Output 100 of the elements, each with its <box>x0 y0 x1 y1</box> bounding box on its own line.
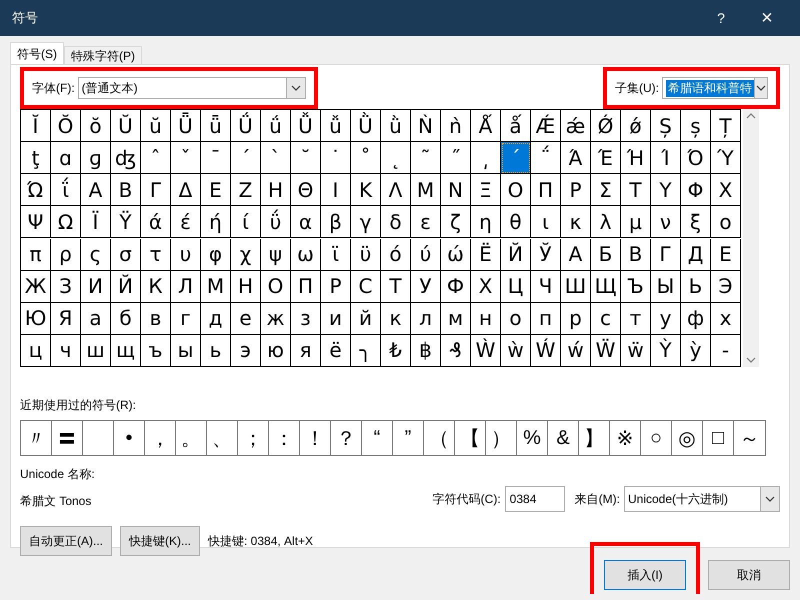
symbol-cell[interactable]: З <box>51 270 81 303</box>
symbol-cell[interactable]: Μ <box>411 174 441 206</box>
symbol-cell[interactable]: χ <box>231 238 261 270</box>
symbol-cell[interactable]: ‐ <box>711 334 741 367</box>
symbol-cell[interactable]: г <box>171 302 201 335</box>
symbol-cell[interactable]: ŏ <box>81 110 111 142</box>
symbol-cell[interactable]: ο <box>711 206 741 238</box>
symbol-cell[interactable]: Ǹ <box>411 110 441 142</box>
symbol-cell[interactable]: ц <box>21 334 51 367</box>
symbol-cell[interactable]: В <box>621 238 651 270</box>
symbol-cell[interactable]: Ю <box>21 302 51 335</box>
symbol-cell[interactable]: α <box>291 206 321 238</box>
symbol-cell[interactable]: Б <box>591 238 621 270</box>
symbol-cell[interactable]: Δ <box>171 174 201 206</box>
symbol-cell[interactable]: о <box>501 302 531 335</box>
symbol-cell[interactable]: Β <box>111 174 141 206</box>
symbol-cell[interactable]: ή <box>201 206 231 238</box>
symbol-cell[interactable]: έ <box>171 206 201 238</box>
symbol-cell[interactable]: у <box>651 302 681 335</box>
symbol-cell[interactable]: Т <box>381 270 411 303</box>
symbol-cell[interactable]: Ǘ <box>231 110 261 142</box>
scrollbar[interactable] <box>743 109 759 367</box>
symbol-cell[interactable]: ǜ <box>381 110 411 142</box>
symbol-cell[interactable]: ɡ <box>81 142 111 174</box>
symbol-cell[interactable]: ǽ <box>561 110 591 142</box>
symbol-cell[interactable]: ό <box>381 238 411 270</box>
symbol-cell[interactable]: φ <box>201 238 231 270</box>
symbol-cell[interactable]: ю <box>261 334 291 367</box>
symbol-cell[interactable]: А <box>561 238 591 270</box>
symbol-cell[interactable]: Γ <box>141 174 171 206</box>
symbol-cell[interactable]: У <box>411 270 441 303</box>
symbol-cell[interactable]: б <box>111 302 141 335</box>
symbol-cell[interactable]: Д <box>681 238 711 270</box>
symbol-cell[interactable]: я <box>291 334 321 367</box>
symbol-cell[interactable]: ф <box>681 302 711 335</box>
symbol-cell[interactable]: Ш <box>561 270 591 303</box>
symbol-cell[interactable]: ΄ <box>501 142 531 174</box>
symbol-cell[interactable]: ǘ <box>261 110 291 142</box>
symbol-cell[interactable]: ˊ <box>231 142 261 174</box>
symbol-cell[interactable]: О <box>261 270 291 303</box>
symbol-cell[interactable]: в <box>141 302 171 335</box>
symbol-cell[interactable]: е <box>231 302 261 335</box>
symbol-cell[interactable]: η <box>471 206 501 238</box>
symbol-cell[interactable]: Τ <box>621 174 651 206</box>
subset-dropdown[interactable]: 希腊语和科普特 <box>662 77 768 99</box>
symbol-cell[interactable]: γ <box>351 206 381 238</box>
shortcut-key-button[interactable]: 快捷键(K)... <box>120 526 200 556</box>
symbol-cell[interactable]: ё <box>321 334 351 367</box>
symbol-cell[interactable]: ˙ <box>321 142 351 174</box>
symbol-cell[interactable]: ʤ <box>111 142 141 174</box>
symbol-cell[interactable]: ŭ <box>141 110 171 142</box>
symbol-cell[interactable]: Г <box>651 238 681 270</box>
symbol-cell[interactable]: τ <box>141 238 171 270</box>
from-dropdown[interactable]: Unicode(十六进制) <box>624 486 780 512</box>
symbol-cell[interactable]: Щ <box>591 270 621 303</box>
symbol-cell[interactable]: ǹ <box>441 110 471 142</box>
symbol-cell[interactable]: ξ <box>681 206 711 238</box>
symbol-cell[interactable]: ˆ <box>141 142 171 174</box>
char-code-field[interactable]: 0384 <box>504 486 565 512</box>
symbol-cell[interactable]: Ж <box>21 270 51 303</box>
symbol-cell[interactable]: ˉ <box>201 142 231 174</box>
dialog-button[interactable]: 取消 <box>708 560 790 590</box>
symbol-cell[interactable]: ς <box>81 238 111 270</box>
symbol-cell[interactable]: ε <box>411 206 441 238</box>
symbol-cell[interactable]: Ό <box>681 142 711 174</box>
symbol-cell[interactable]: ẁ <box>501 334 531 367</box>
symbol-cell[interactable]: ι <box>531 206 561 238</box>
symbol-cell[interactable]: Ŏ <box>51 110 81 142</box>
symbol-cell[interactable]: к <box>381 302 411 335</box>
symbol-cell[interactable]: ₺ <box>381 334 411 367</box>
symbol-cell[interactable]: ˇ <box>171 142 201 174</box>
symbol-cell[interactable]: р <box>561 302 591 335</box>
symbol-cell[interactable]: ǿ <box>621 110 651 142</box>
symbol-cell[interactable]: ч <box>51 334 81 367</box>
symbol-cell[interactable]: Н <box>231 270 261 303</box>
symbol-cell[interactable]: Ș <box>651 110 681 142</box>
symbol-cell[interactable]: Ь <box>681 270 711 303</box>
close-button[interactable]: × <box>744 6 790 30</box>
symbol-cell[interactable]: ΐ <box>51 174 81 206</box>
recent-symbol[interactable]: ～ <box>734 421 765 455</box>
symbol-cell[interactable]: ΰ <box>261 206 291 238</box>
symbol-cell[interactable]: Ỳ <box>651 334 681 367</box>
symbol-cell[interactable]: Ц <box>501 270 531 303</box>
symbol-cell[interactable]: ύ <box>411 238 441 270</box>
symbol-cell[interactable]: Λ <box>381 174 411 206</box>
font-dropdown[interactable]: (普通文本) <box>78 77 306 99</box>
symbol-cell[interactable]: ы <box>171 334 201 367</box>
symbol-cell[interactable]: Ǿ <box>591 110 621 142</box>
symbol-cell[interactable]: ϊ <box>321 238 351 270</box>
symbol-cell[interactable]: π <box>21 238 51 270</box>
symbol-cell[interactable]: Ё <box>471 238 501 270</box>
symbol-cell[interactable]: ν <box>651 206 681 238</box>
symbol-cell[interactable]: ฿ <box>411 334 441 367</box>
symbol-cell[interactable]: ẅ <box>621 334 651 367</box>
symbol-cell[interactable]: С <box>351 270 381 303</box>
symbol-cell[interactable]: Ŭ <box>111 110 141 142</box>
symbol-cell[interactable]: Ы <box>651 270 681 303</box>
symbol-cell[interactable]: ỳ <box>681 334 711 367</box>
symbol-cell[interactable]: θ <box>501 206 531 238</box>
symbol-cell[interactable]: ˚ <box>351 142 381 174</box>
